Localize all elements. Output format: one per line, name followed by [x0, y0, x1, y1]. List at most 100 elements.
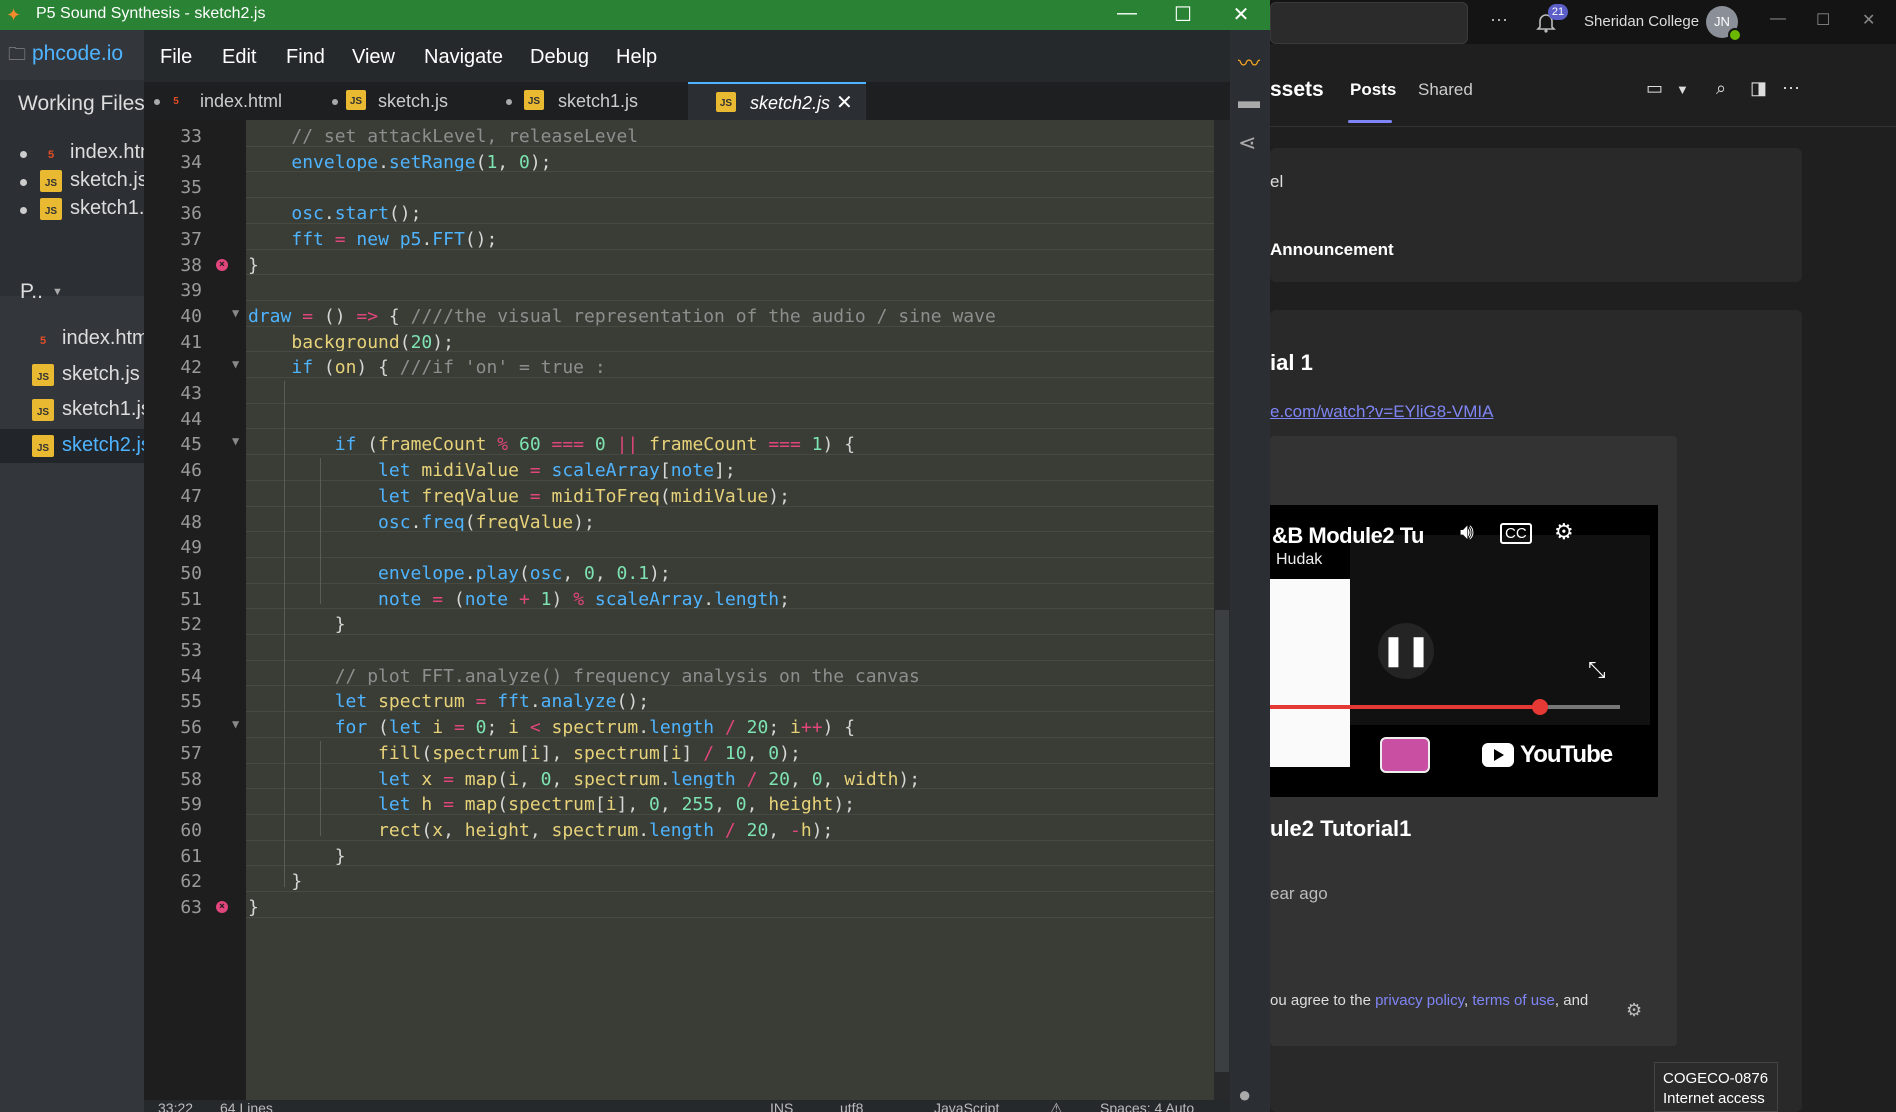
line-number[interactable]: 43	[144, 383, 202, 404]
panel-icon[interactable]: ◨	[1750, 78, 1767, 99]
line-number[interactable]: 63	[144, 897, 202, 918]
youtube-logo-text[interactable]: YouTube	[1520, 741, 1613, 769]
youtube-icon[interactable]	[1482, 743, 1514, 767]
line-number[interactable]: 37	[144, 229, 202, 250]
indent-setting[interactable]: Spaces: 4 Auto	[1100, 1100, 1194, 1112]
tab-index-html[interactable]: 5 index.html	[144, 82, 322, 120]
line-number[interactable]: 33	[144, 126, 202, 147]
volume-icon[interactable]: 🔊︎	[1460, 519, 1474, 545]
line-number[interactable]: 48	[144, 512, 202, 533]
line-number[interactable]: 44	[144, 409, 202, 430]
line-number[interactable]: 61	[144, 846, 202, 867]
video-call-icon[interactable]: ▭	[1646, 78, 1663, 99]
line-number[interactable]: 38	[144, 255, 202, 276]
share-icon[interactable]: ⋖	[1238, 130, 1256, 156]
maximize-button[interactable]: ☐	[1160, 2, 1206, 27]
line-number[interactable]: 50	[144, 563, 202, 584]
brand-link[interactable]: 🗀︎ phcode.io	[8, 42, 123, 72]
fold-arrow-icon[interactable]: ▼	[232, 306, 239, 320]
menu-view[interactable]: View	[352, 46, 395, 69]
chevron-down-icon[interactable]: ▼	[1676, 82, 1689, 97]
maximize-icon[interactable]: ☐	[1816, 10, 1830, 30]
live-preview-icon[interactable]: 〰	[1238, 46, 1260, 78]
close-tab-icon[interactable]: ✕	[836, 90, 853, 115]
line-number[interactable]: 39	[144, 280, 202, 301]
fold-arrow-icon[interactable]: ▼	[232, 717, 239, 731]
line-number[interactable]: 55	[144, 691, 202, 712]
menu-find[interactable]: Find	[286, 46, 325, 69]
line-number[interactable]: 56	[144, 717, 202, 738]
tab-shared[interactable]: Shared	[1418, 80, 1473, 100]
scrollbar-thumb[interactable]	[1215, 610, 1229, 1072]
file-name: sketch1.js	[70, 197, 144, 219]
line-number[interactable]: 42	[144, 357, 202, 378]
error-icon[interactable]: ×	[216, 901, 228, 913]
project-dropdown[interactable]: P..	[20, 280, 43, 304]
encoding-select[interactable]: utf8	[840, 1100, 863, 1112]
insert-mode[interactable]: INS	[770, 1100, 793, 1112]
code-text: note = (note + 1) % scaleArray.length;	[378, 588, 790, 610]
line-number[interactable]: 52	[144, 614, 202, 635]
warning-icon[interactable]: ⚠	[1050, 1100, 1063, 1112]
line-number[interactable]: 45	[144, 434, 202, 455]
sidebar-file-sketch-js[interactable]: JS sketch.js	[0, 358, 144, 392]
fullscreen-icon[interactable]: ⤡	[1588, 657, 1606, 683]
terms-link[interactable]: terms of use	[1472, 992, 1555, 1009]
menu-file[interactable]: File	[160, 46, 192, 69]
more-options-icon[interactable]: ⋯	[1782, 78, 1800, 99]
menu-debug[interactable]: Debug	[530, 46, 589, 69]
fold-arrow-icon[interactable]: ▼	[232, 357, 239, 371]
gear-icon[interactable]: ⚙	[1626, 1000, 1642, 1021]
language-select[interactable]: JavaScript	[934, 1100, 999, 1112]
cursor-position[interactable]: 33:22	[158, 1100, 193, 1112]
line-number[interactable]: 51	[144, 589, 202, 610]
tab-sketch-js[interactable]: JS sketch.js	[322, 82, 496, 120]
video-progress[interactable]	[1270, 699, 1620, 715]
more-icon[interactable]: ⋯	[1490, 10, 1508, 31]
code-editor[interactable]: 33 // set attackLevel, releaseLevel 34 en…	[144, 120, 1230, 1100]
line-number[interactable]: 41	[144, 332, 202, 353]
sidebar-file-sketch2-js[interactable]: JS sketch2.js	[0, 428, 144, 463]
line-number[interactable]: 34	[144, 152, 202, 173]
line-number[interactable]: 58	[144, 769, 202, 790]
line-number[interactable]: 59	[144, 794, 202, 815]
error-icon[interactable]: ×	[216, 258, 228, 271]
cc-icon[interactable]: CC	[1500, 523, 1532, 544]
close-icon[interactable]: ✕	[1862, 10, 1875, 30]
tab-sketch2-js[interactable]: JS sketch2.js ✕	[688, 82, 866, 120]
line-number[interactable]: 62	[144, 871, 202, 892]
chevron-down-icon[interactable]: ▼	[52, 286, 63, 298]
line-number[interactable]: 49	[144, 537, 202, 558]
sidebar-file-sketch1-js[interactable]: JS sketch1.js	[0, 192, 144, 226]
menu-help[interactable]: Help	[616, 46, 657, 69]
menu-navigate[interactable]: Navigate	[424, 46, 503, 69]
line-number[interactable]: 36	[144, 203, 202, 224]
menu-edit[interactable]: Edit	[222, 46, 256, 69]
user-icon[interactable]: ●	[1238, 1082, 1251, 1108]
tab-posts[interactable]: Posts	[1350, 80, 1396, 100]
fold-arrow-icon[interactable]: ▼	[232, 434, 239, 448]
line-number[interactable]: 60	[144, 820, 202, 841]
line-number[interactable]: 40	[144, 306, 202, 327]
close-button[interactable]: ✕	[1218, 2, 1264, 27]
minimize-icon[interactable]: —	[1770, 10, 1786, 28]
line-number[interactable]: 54	[144, 666, 202, 687]
teams-search-box[interactable]	[1270, 2, 1468, 44]
line-number[interactable]: 47	[144, 486, 202, 507]
post-link[interactable]: e.com/watch?v=EYliG8-VMIA	[1270, 402, 1493, 422]
pause-icon[interactable]: ❚❚	[1378, 623, 1434, 679]
extension-icon[interactable]: ▬	[1238, 88, 1260, 114]
progress-handle[interactable]	[1532, 699, 1548, 715]
line-number[interactable]: 57	[144, 743, 202, 764]
gear-icon[interactable]: ⚙	[1554, 519, 1574, 545]
privacy-link[interactable]: privacy policy	[1375, 992, 1464, 1009]
sidebar-file-index-html[interactable]: 5 index.html	[0, 322, 144, 356]
tab-sketch1-js[interactable]: JS sketch1.js	[496, 82, 676, 120]
search-icon[interactable]: ⌕	[1716, 78, 1726, 99]
minimize-button[interactable]: —	[1104, 2, 1150, 25]
sidebar-file-sketch1-js[interactable]: JS sketch1.js	[0, 393, 144, 427]
line-number[interactable]: 35	[144, 177, 202, 198]
line-number[interactable]: 53	[144, 640, 202, 661]
line-number[interactable]: 46	[144, 460, 202, 481]
video-player[interactable]: &B Module2 Tu Hudak 🔊︎ CC ⚙ ❚❚ ⤡ YouTube	[1270, 505, 1658, 797]
